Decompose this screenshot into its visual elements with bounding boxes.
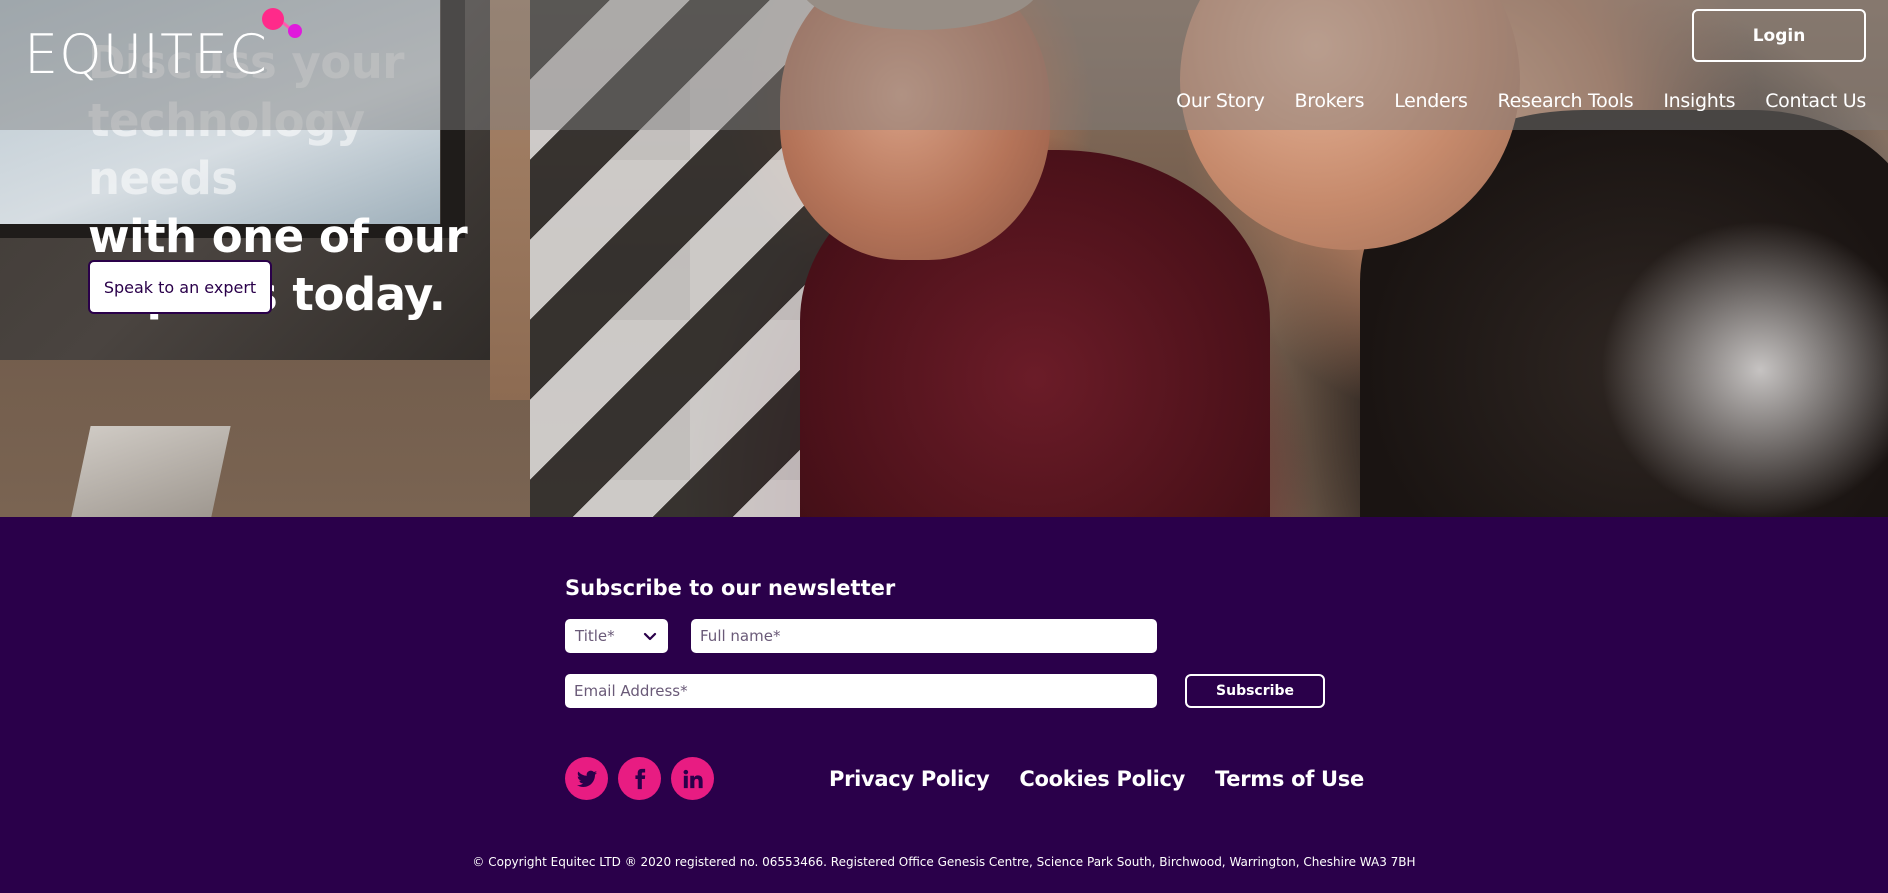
fullname-input[interactable] [691,619,1157,653]
equitec-logo[interactable]: EQUITEC [24,8,302,82]
linkedin-icon [683,769,703,788]
nav-contact-us[interactable]: Contact Us [1765,90,1866,112]
logo-dot-magenta [288,24,302,38]
privacy-policy-link[interactable]: Privacy Policy [829,767,990,791]
main-nav: Our Story Brokers Lenders Research Tools… [1176,90,1866,112]
cookies-policy-link[interactable]: Cookies Policy [1019,767,1185,791]
nav-insights[interactable]: Insights [1663,90,1735,112]
twitter-link[interactable] [565,757,608,800]
title-select-value: Title* [575,627,615,645]
email-input[interactable] [565,674,1157,708]
twitter-icon [576,770,597,787]
hero-photo-laptop [69,426,231,517]
social-links [565,757,714,800]
hero-heading-line-3: with one of our [88,210,468,263]
nav-brokers[interactable]: Brokers [1295,90,1365,112]
title-select[interactable]: Title* [565,619,668,653]
nav-research-tools[interactable]: Research Tools [1498,90,1634,112]
logo-dot-pink [262,8,284,30]
hero-section: Discuss your technology needs with one o… [0,0,1888,517]
login-button[interactable]: Login [1692,9,1866,62]
linkedin-link[interactable] [671,757,714,800]
hero-photo-blur [1600,220,1888,517]
subscribe-button[interactable]: Subscribe [1185,674,1325,708]
chevron-down-icon [643,632,657,641]
footer: Subscribe to our newsletter Title* Subsc… [0,517,1888,893]
legal-links: Privacy Policy Cookies Policy Terms of U… [829,767,1364,791]
newsletter-title: Subscribe to our newsletter [565,576,896,600]
nav-our-story[interactable]: Our Story [1176,90,1265,112]
speak-to-expert-button[interactable]: Speak to an expert [88,260,272,314]
terms-of-use-link[interactable]: Terms of Use [1215,767,1364,791]
nav-lenders[interactable]: Lenders [1394,90,1468,112]
facebook-link[interactable] [618,757,661,800]
copyright-text: © Copyright Equitec LTD ® 2020 registere… [472,855,1416,869]
facebook-icon [634,768,645,789]
logo-wordmark: EQUITEC [24,23,268,86]
